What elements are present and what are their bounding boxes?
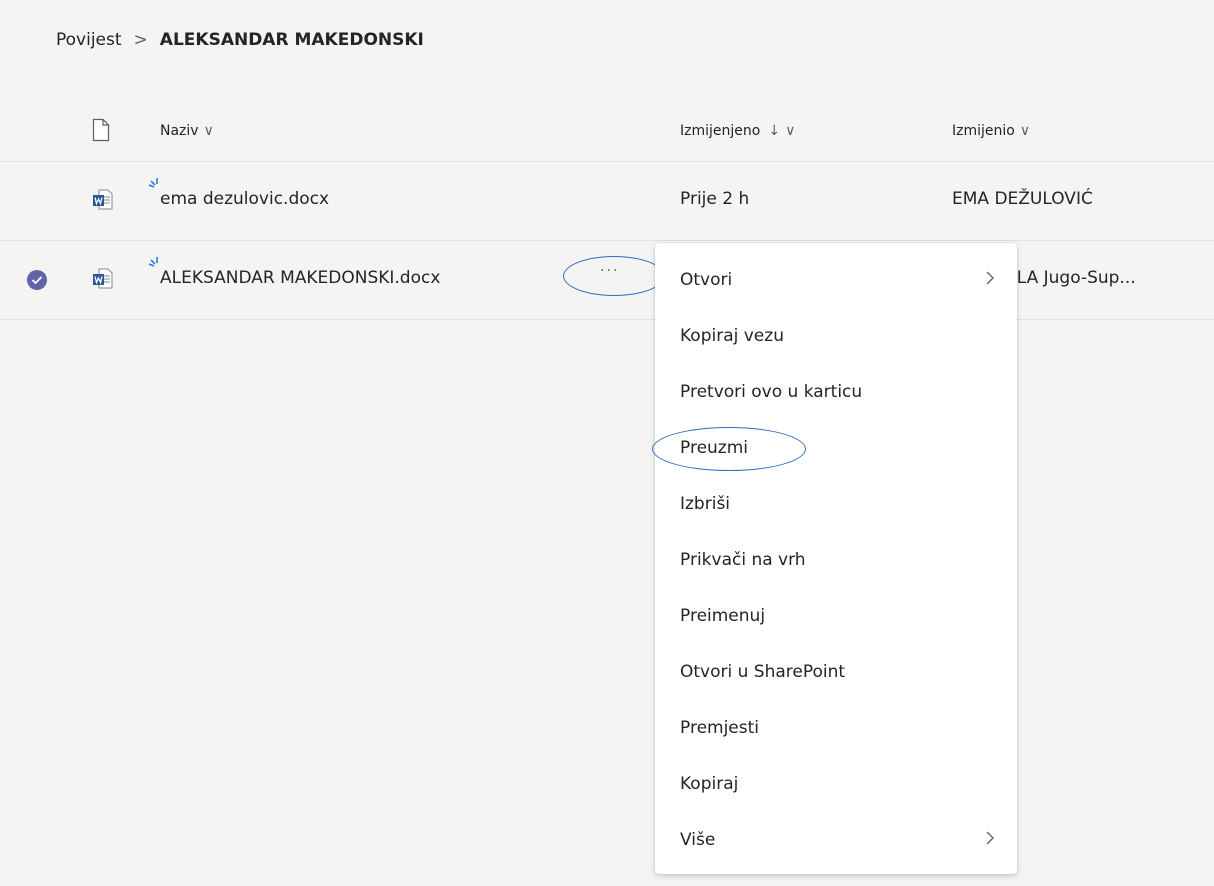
modified-time: Prije 2 h [680, 189, 750, 209]
menu-item-label: Kopiraj vezu [680, 326, 784, 346]
word-document-icon [93, 268, 113, 289]
breadcrumb-root[interactable]: Povijest [56, 30, 122, 50]
chevron-down-icon: ∨ [203, 123, 214, 139]
chevron-right-icon [985, 270, 995, 290]
menu-item-pretvori-u-karticu[interactable]: Pretvori ovo u karticu [655, 364, 1017, 420]
menu-item-label: Kopiraj [680, 774, 739, 794]
column-header-name-label: Naziv [160, 123, 199, 139]
word-document-icon [93, 189, 113, 210]
menu-item-kopiraj-vezu[interactable]: Kopiraj vezu [655, 308, 1017, 364]
menu-item-prikvaci-na-vrh[interactable]: Prikvači na vrh [655, 532, 1017, 588]
menu-item-preimenuj[interactable]: Preimenuj [655, 588, 1017, 644]
menu-item-label: Više [680, 830, 716, 850]
menu-item-label: Preuzmi [680, 438, 749, 458]
menu-item-izbrisi[interactable]: Izbriši [655, 476, 1017, 532]
modified-by: EMA DEŽULOVIĆ [952, 189, 1093, 209]
menu-item-label: Pretvori ovo u karticu [680, 382, 863, 402]
menu-item-otvori[interactable]: Otvori [655, 252, 1017, 308]
modified-by: ELA Jugo-Sup... [1006, 268, 1136, 288]
menu-item-vise[interactable]: Više [655, 812, 1017, 868]
chevron-right-icon [985, 830, 995, 850]
file-name-link[interactable]: ALEKSANDAR MAKEDONSKI.docx [160, 268, 440, 288]
chevron-down-icon: ∨ [785, 123, 796, 139]
column-header-name[interactable]: Naziv ∨ [160, 123, 214, 139]
column-header-modified[interactable]: Izmijenjeno ↓ ∨ [680, 123, 795, 139]
column-header-modified-by[interactable]: Izmijenio ∨ [952, 123, 1030, 139]
menu-item-label: Otvori [680, 270, 733, 290]
column-header-modified-label: Izmijenjeno [680, 123, 761, 139]
column-header-modified-by-label: Izmijenio [952, 123, 1015, 139]
menu-item-otvori-u-sharepoint[interactable]: Otvori u SharePoint [655, 644, 1017, 700]
file-name-link[interactable]: ema dezulovic.docx [160, 189, 329, 209]
column-header-row: Naziv ∨ Izmijenjeno ↓ ∨ Izmijenio ∨ [0, 105, 1214, 162]
breadcrumb: Povijest > ALEKSANDAR MAKEDONSKI [56, 30, 424, 50]
sort-descending-icon: ↓ [768, 123, 781, 139]
breadcrumb-current: ALEKSANDAR MAKEDONSKI [159, 30, 424, 50]
menu-item-premjesti[interactable]: Premjesti [655, 700, 1017, 756]
recent-edit-spark-icon [148, 254, 160, 273]
menu-item-label: Prikvači na vrh [680, 550, 806, 570]
checkmark-circle-icon[interactable] [27, 270, 47, 290]
table-row[interactable]: ema dezulovic.docx Prije 2 h EMA DEŽULOV… [0, 162, 1214, 241]
breadcrumb-separator: > [133, 30, 148, 50]
menu-item-label: Preimenuj [680, 606, 766, 626]
menu-item-preuzmi[interactable]: Preuzmi [655, 420, 1017, 476]
file-icon [92, 118, 110, 146]
chevron-down-icon: ∨ [1019, 123, 1031, 139]
table-row-selected[interactable]: ALEKSANDAR MAKEDONSKI.docx ··· ELA Jugo-… [0, 241, 1214, 320]
context-menu: Otvori Kopiraj vezu Pretvori ovo u karti… [655, 243, 1017, 874]
menu-item-label: Premjesti [680, 718, 760, 738]
more-options-button[interactable]: ··· [600, 263, 619, 279]
recent-edit-spark-icon [148, 175, 160, 194]
menu-item-kopiraj[interactable]: Kopiraj [655, 756, 1017, 812]
menu-item-label: Otvori u SharePoint [680, 662, 846, 682]
menu-item-label: Izbriši [680, 494, 731, 514]
